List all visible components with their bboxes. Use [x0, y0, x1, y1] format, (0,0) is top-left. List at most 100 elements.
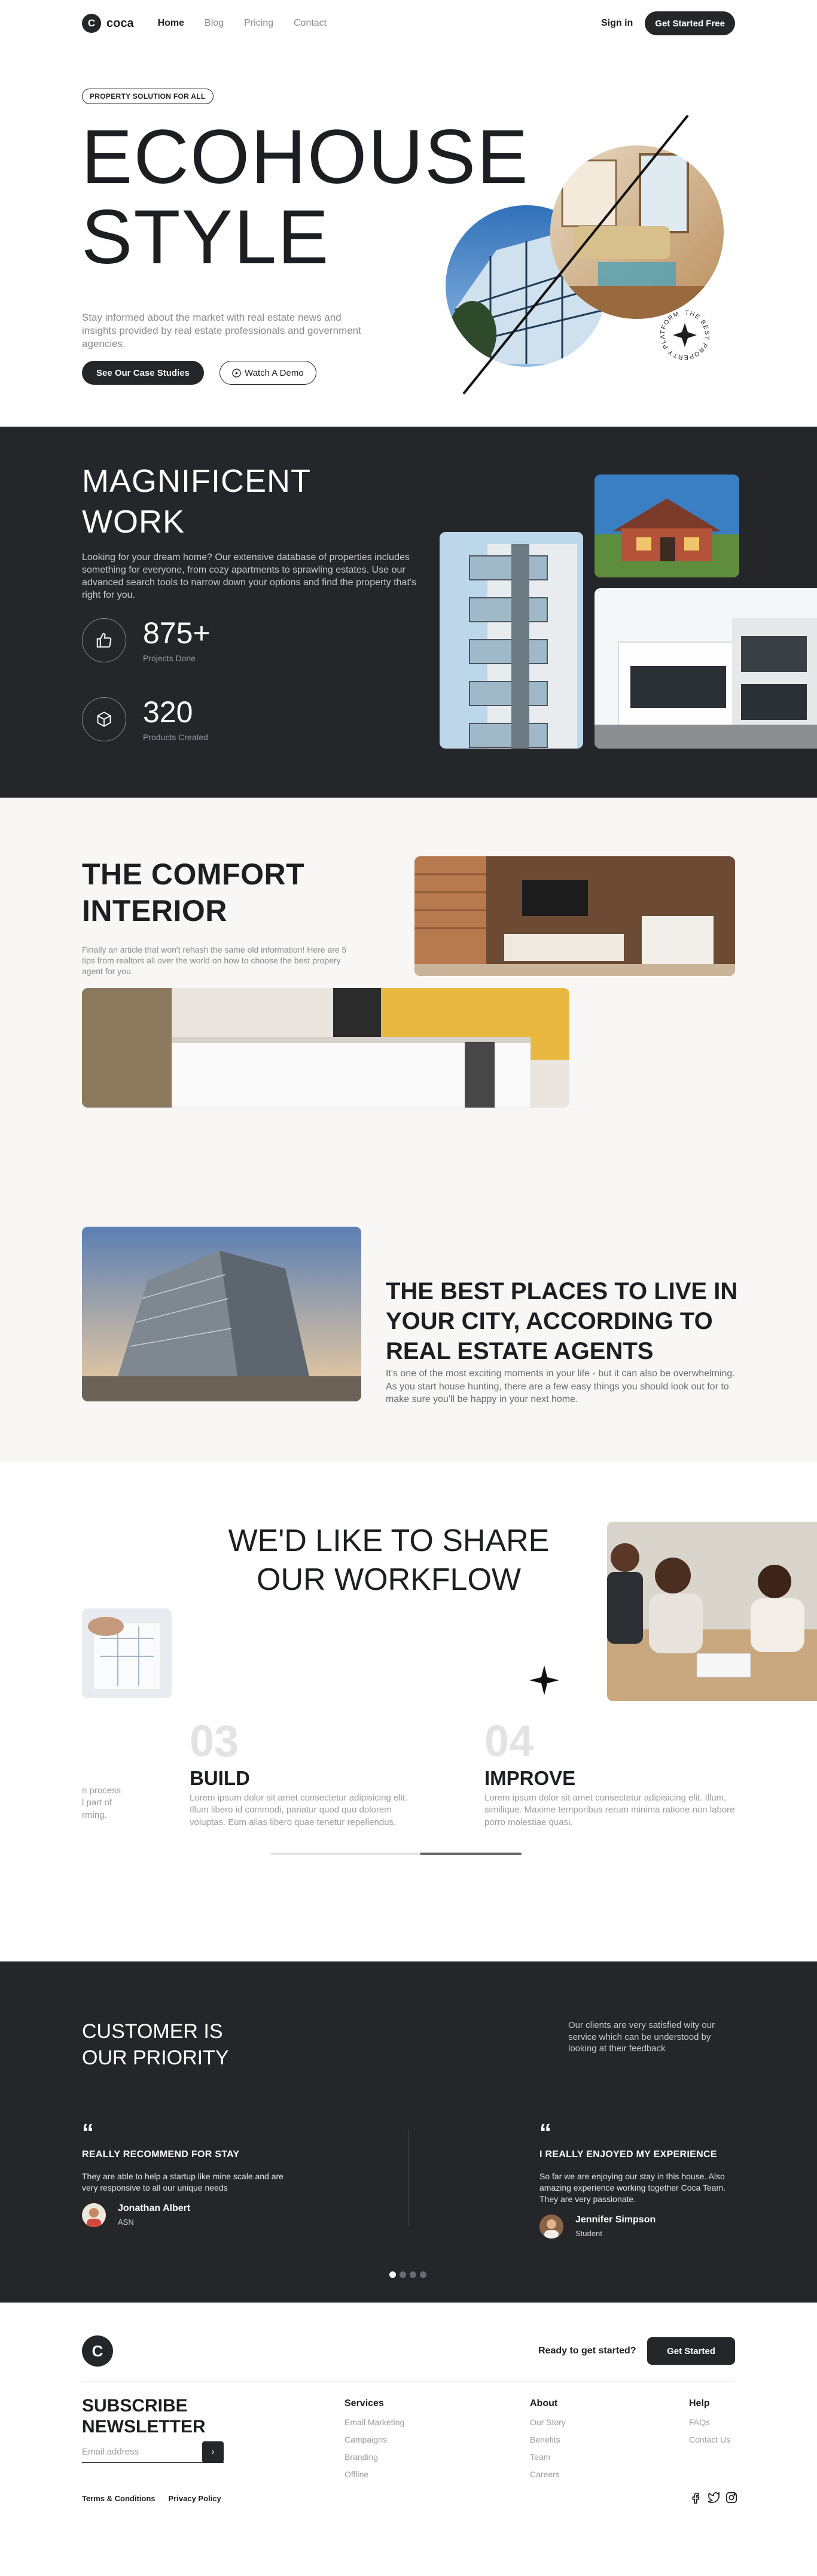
testimonial-text: They are able to help a startup like min… [82, 2171, 283, 2192]
quote-icon: “ [539, 2119, 551, 2146]
customer-section: CUSTOMER IS OUR PRIORITY Our clients are… [0, 1961, 817, 2303]
footer-link[interactable]: Our Story [530, 2417, 566, 2427]
footer: C Ready to get started? Get Started SUBS… [0, 2303, 817, 2569]
menu-item-contact[interactable]: Contact [294, 18, 327, 29]
email-input[interactable]: Email address [82, 2447, 139, 2457]
workflow-scroll-track[interactable] [270, 1853, 420, 1855]
footer-column-about: About Our Story Benefits Team Careers [530, 2398, 566, 2487]
comfort-title: THE COMFORT INTERIOR [82, 856, 304, 929]
subscribe-arrow-button[interactable]: › [202, 2441, 224, 2463]
case-studies-button[interactable]: See Our Case Studies [82, 361, 204, 385]
cube-icon [82, 697, 126, 741]
footer-link[interactable]: Benefits [530, 2435, 566, 2444]
red-house-image [595, 475, 739, 577]
magnificent-description: Looking for your dream home? Our extensi… [82, 552, 416, 601]
avatar [539, 2214, 563, 2239]
hero-description: Stay informed about the market with real… [82, 312, 361, 350]
team-meeting-image [607, 1522, 817, 1701]
partial-step-text: n process l part of rming. [82, 1785, 121, 1821]
testimonial-person: Jonathan Albert ASN [82, 2203, 285, 2227]
logo[interactable]: C coca [82, 14, 134, 33]
step-build: 03 BUILD Lorem ipsum dolor sit amet cons… [190, 1719, 417, 1829]
workflow-sketch-image [82, 1608, 172, 1698]
newsletter-form: Email address › [82, 2441, 224, 2463]
testimonial-card: “ REALLY RECOMMEND FOR STAY They are abl… [82, 2119, 285, 2227]
step-build-title: BUILD [190, 1767, 250, 1789]
terms-link[interactable]: Terms & Conditions [82, 2494, 156, 2503]
step-improve-text: Lorem ipsum dolor sit amet consectetur a… [484, 1793, 735, 1827]
balcony-building-image [440, 532, 583, 749]
footer-column-help: Help FAQs Contact Us [689, 2398, 730, 2452]
platform-round-badge: THE BEST PROPERTY PLATFORM [659, 309, 711, 361]
partial-step-line3: rming. [82, 1809, 107, 1820]
magnificent-work-section: MAGNIFICENT WORK Looking for your dream … [0, 427, 817, 798]
menu-item-home[interactable]: Home [158, 18, 184, 29]
logo-mark: C [82, 14, 101, 33]
footer-link[interactable]: Team [530, 2452, 566, 2462]
facebook-icon[interactable] [689, 2491, 702, 2504]
comfort-title-line1: THE COMFORT [82, 857, 305, 891]
social-links [689, 2491, 738, 2504]
testimonial-role: ASN [118, 2218, 134, 2227]
step-improve: 04 IMPROVE Lorem ipsum dolor sit amet co… [484, 1719, 736, 1829]
signin-link[interactable]: Sign in [601, 18, 633, 29]
get-started-free-button[interactable]: Get Started Free [645, 11, 735, 35]
workflow-scroll-thumb[interactable] [420, 1853, 522, 1855]
menu-item-blog[interactable]: Blog [205, 18, 224, 29]
testimonial-heading: I REALLY ENJOYED MY EXPERIENCE [539, 2149, 717, 2160]
carousel-dot-3[interactable] [410, 2271, 416, 2278]
footer-link[interactable]: FAQs [689, 2417, 730, 2427]
footer-column-title: About [530, 2398, 558, 2408]
modern-villa-image [595, 588, 817, 749]
footer-link[interactable]: Campaigns [345, 2435, 404, 2444]
get-started-button[interactable]: Get Started [647, 2337, 735, 2365]
magnificent-title-line2: WORK [82, 503, 185, 540]
customer-intro: Our clients are very satisfied wity our … [568, 2020, 715, 2054]
step-build-number: 03 [190, 1716, 239, 1766]
stat-projects-label: Projects Done [143, 653, 196, 663]
hero-section: PROPERTY SOLUTION FOR ALL ECOHOUSE STYLE… [0, 47, 817, 427]
twitter-icon[interactable] [707, 2491, 720, 2504]
nav-actions: Sign in Get Started Free [601, 11, 735, 35]
magnificent-title: MAGNIFICENT WORK [82, 461, 311, 542]
instagram-icon[interactable] [725, 2491, 738, 2504]
stat-projects: 875+ Projects Done [82, 617, 211, 663]
testimonial-text: So far we are enjoying our stay in this … [539, 2171, 726, 2204]
partial-step-line1: n process [82, 1786, 121, 1796]
footer-column-services: Services Email Marketing Campaigns Brand… [345, 2398, 404, 2487]
newsletter-title-line2: NEWSLETTER [82, 2417, 206, 2437]
customer-title-line2: OUR PRIORITY [82, 2046, 229, 2070]
hero-house-image: THE BEST PROPERTY PLATFORM [446, 114, 724, 395]
footer-link[interactable]: Contact Us [689, 2435, 730, 2444]
menu-item-pricing[interactable]: Pricing [244, 18, 273, 29]
hero-badge: PROPERTY SOLUTION FOR ALL [82, 89, 214, 104]
carousel-dot-2[interactable] [400, 2271, 406, 2278]
footer-logo[interactable]: C [82, 2335, 113, 2367]
workflow-section: WE'D LIKE TO SHARE OUR WORKFLOW n proces… [0, 1462, 817, 1961]
carousel-dot-1[interactable] [389, 2271, 396, 2278]
top-nav: C coca Home Blog Pricing Contact Sign in… [0, 0, 817, 47]
living-room-image [414, 856, 735, 976]
step-build-text: Lorem ipsum dolor sit amet consectetur a… [190, 1793, 408, 1827]
best-places-description: It's one of the most exciting moments in… [386, 1368, 735, 1405]
testimonial-heading: REALLY RECOMMEND FOR STAY [82, 2149, 240, 2160]
kitchen-image [82, 988, 569, 1108]
footer-link[interactable]: Careers [530, 2469, 566, 2479]
footer-link[interactable]: Offline [345, 2469, 404, 2479]
footer-link[interactable]: Branding [345, 2452, 404, 2462]
carousel-dot-4[interactable] [420, 2271, 426, 2278]
logo-text: coca [106, 16, 134, 30]
customer-title: CUSTOMER IS OUR PRIORITY [82, 2018, 229, 2071]
watch-demo-button[interactable]: Watch A Demo [220, 361, 316, 385]
main-menu: Home Blog Pricing Contact [158, 18, 327, 29]
carousel-dots [389, 2271, 426, 2278]
hero-title-line2: STYLE [81, 194, 330, 281]
sparkle-icon [529, 1665, 559, 1695]
workflow-title: WE'D LIKE TO SHARE OUR WORKFLOW [191, 1522, 586, 1599]
testimonial-person: Jennifer Simpson Student [539, 2214, 743, 2239]
footer-link[interactable]: Email Marketing [345, 2417, 404, 2427]
quote-icon: “ [82, 2119, 94, 2146]
privacy-link[interactable]: Privacy Policy [169, 2494, 221, 2503]
play-circle-icon [232, 368, 241, 378]
stat-products-label: Products Created [143, 732, 208, 742]
